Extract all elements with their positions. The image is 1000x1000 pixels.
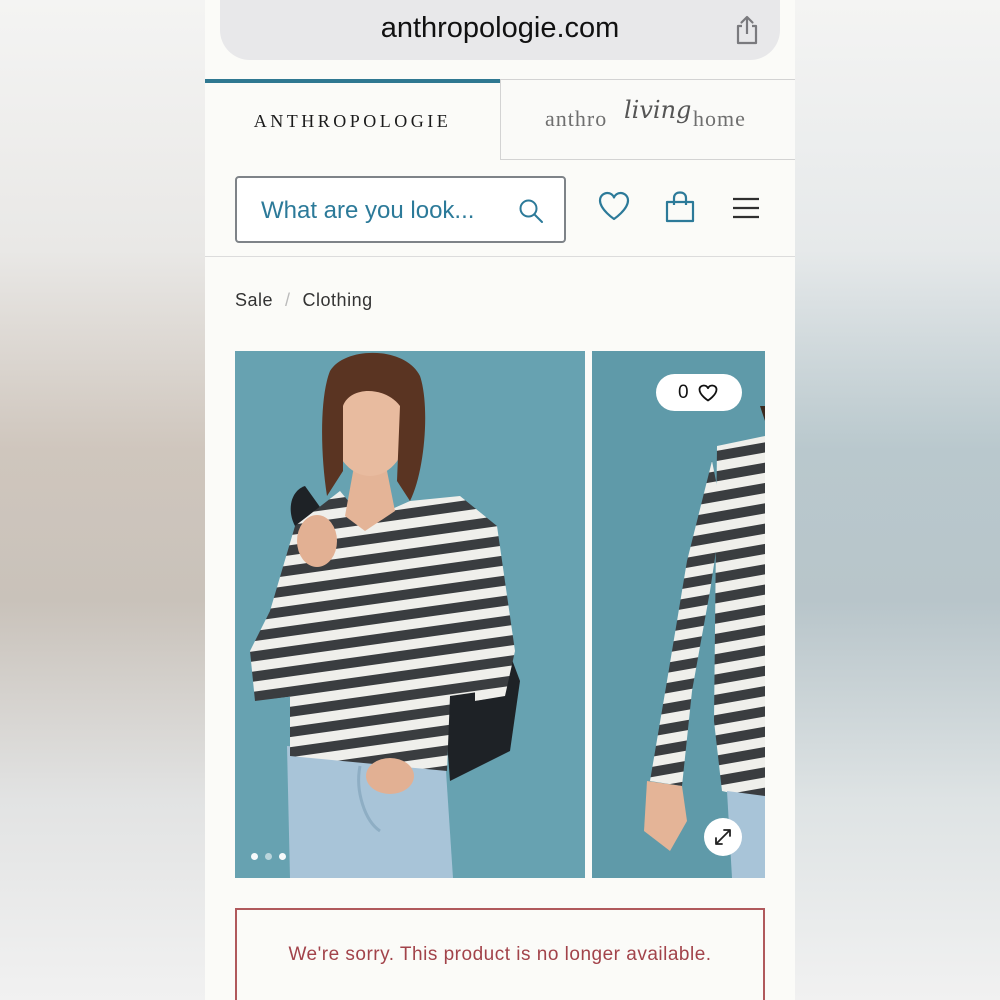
favorite-count: 0 <box>678 382 689 403</box>
breadcrumb-separator: / <box>285 290 291 310</box>
model-photo <box>235 351 585 878</box>
search-icon[interactable] <box>518 198 544 224</box>
breadcrumb-item-clothing[interactable]: Clothing <box>303 290 373 310</box>
wishlist-heart-icon[interactable] <box>597 190 631 222</box>
share-icon[interactable] <box>732 14 762 46</box>
carousel-dot-1[interactable] <box>251 853 258 860</box>
background-blur-left <box>0 0 205 1000</box>
tab-anthroliving-home[interactable]: anthro living home <box>500 79 795 160</box>
carousel-dot-3[interactable] <box>279 853 286 860</box>
expand-icon <box>715 829 731 845</box>
search-input[interactable] <box>259 192 513 230</box>
tab-living-word-anthro: anthro <box>545 106 608 131</box>
tab-living-word-home: home <box>693 106 746 131</box>
search-field[interactable] <box>235 176 566 243</box>
model-side-photo <box>592 351 765 878</box>
browser-url-bar[interactable]: anthropologie.com <box>220 0 780 60</box>
tab-anthropologie[interactable]: ANTHROPOLOGIE <box>205 79 500 160</box>
product-image-secondary[interactable]: 0 <box>592 351 765 878</box>
expand-image-button[interactable] <box>704 818 742 856</box>
unavailable-notice: We're sorry. This product is no longer a… <box>235 908 765 1000</box>
tab-anthropologie-label: ANTHROPOLOGIE <box>253 111 452 131</box>
url-text[interactable]: anthropologie.com <box>220 12 780 45</box>
background-blur-right <box>795 0 1000 1000</box>
breadcrumb: Sale / Clothing <box>235 290 373 311</box>
menu-icon[interactable] <box>732 196 760 220</box>
carousel-dots[interactable] <box>251 853 286 860</box>
brand-tabs: ANTHROPOLOGIE anthro living home <box>205 79 795 160</box>
carousel-dot-2[interactable] <box>265 853 272 860</box>
heart-icon <box>698 384 718 402</box>
unavailable-message: We're sorry. This product is no longer a… <box>288 944 712 965</box>
favorite-count-pill[interactable]: 0 <box>656 374 742 411</box>
shopping-bag-icon[interactable] <box>663 190 697 224</box>
header-divider <box>205 256 795 257</box>
product-image-main[interactable] <box>235 351 585 878</box>
phone-screen: anthropologie.com ANTHROPOLOGIE anthro l… <box>205 0 795 1000</box>
tab-living-word-living: living <box>624 96 692 124</box>
breadcrumb-item-sale[interactable]: Sale <box>235 290 273 310</box>
